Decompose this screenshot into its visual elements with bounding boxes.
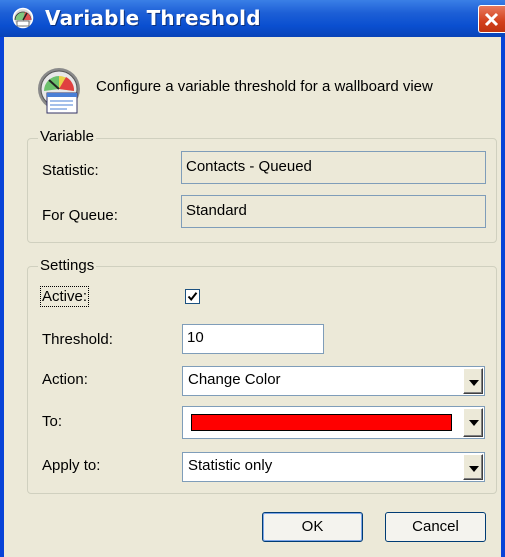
dialog-window: Variable Threshold Configure a variable … [0,0,505,557]
action-label: Action: [42,371,88,388]
active-label[interactable]: Active: [39,286,90,307]
statistic-label: Statistic: [42,162,99,179]
threshold-label: Threshold: [42,331,113,348]
window-title: Variable Threshold [45,6,261,30]
apply-to-dropdown-arrow-icon[interactable] [463,454,483,480]
apply-to-dropdown[interactable]: Statistic only [182,452,485,482]
variable-legend: Variable [38,128,96,145]
dialog-description: Configure a variable threshold for a wal… [96,78,433,95]
for-queue-label: For Queue: [42,207,118,224]
active-checkbox[interactable] [185,289,200,304]
for-queue-field: Standard [181,195,486,228]
cancel-button[interactable]: Cancel [385,512,486,542]
gauge-report-icon [33,65,85,117]
action-dropdown-arrow-icon[interactable] [463,368,483,394]
color-swatch [191,414,452,431]
checkmark-icon [187,292,198,302]
apply-to-selected-value: Statistic only [188,457,273,474]
threshold-input[interactable]: 10 [182,324,324,354]
action-dropdown[interactable]: Change Color [182,366,485,396]
settings-legend: Settings [38,257,97,274]
color-dropdown-arrow-icon[interactable] [463,408,483,437]
statistic-field: Contacts - Queued [181,151,486,184]
window-frame-right [501,37,505,557]
to-label: To: [42,413,63,430]
color-dropdown[interactable] [182,406,485,439]
action-selected-value: Change Color [188,371,281,388]
title-bar[interactable]: Variable Threshold [0,0,505,37]
apply-to-label: Apply to: [42,457,101,474]
close-button[interactable] [478,5,505,33]
app-gauge-icon [11,7,35,29]
ok-button[interactable]: OK [262,512,363,542]
close-icon [484,12,499,27]
